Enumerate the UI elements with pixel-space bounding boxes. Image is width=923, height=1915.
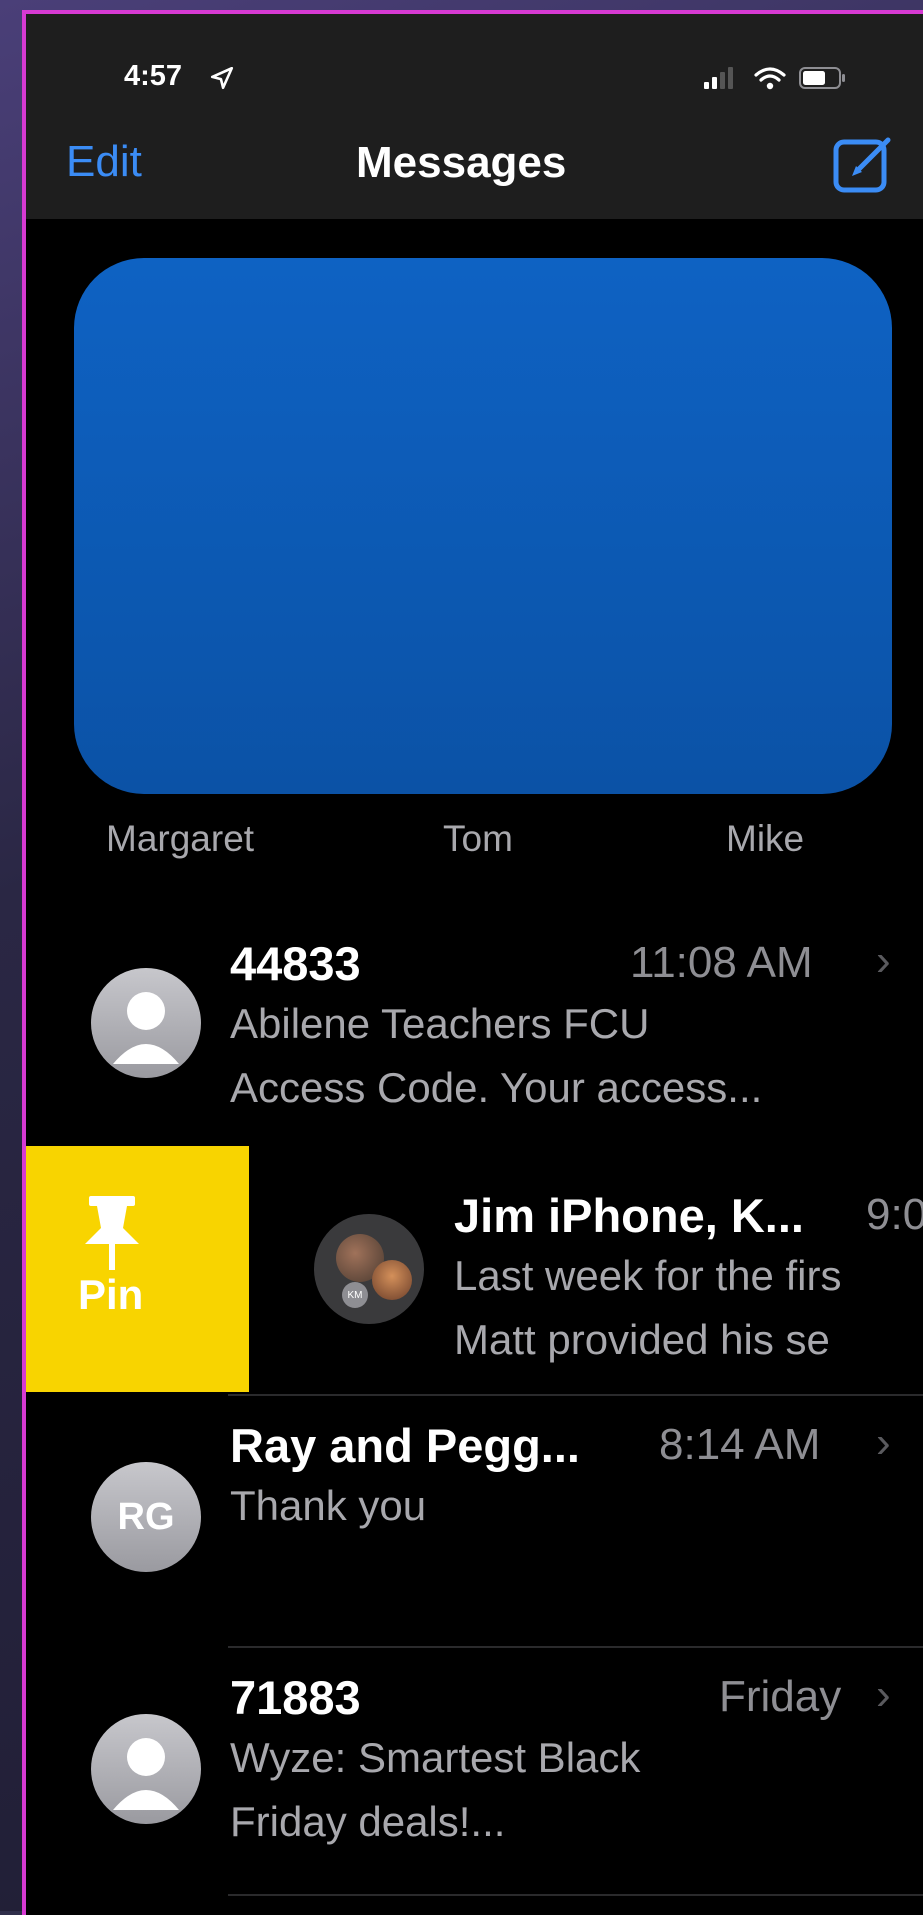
conversation-time: 9:0	[866, 1190, 923, 1239]
chevron-right-icon: ›	[876, 1418, 891, 1467]
conversation-row-ray-and-peggy[interactable]: RG Ray and Pegg... 8:14 AM › Thank you	[26, 1396, 923, 1646]
message-preview-line1: Thank you	[230, 1482, 427, 1529]
status-indicators	[704, 67, 845, 90]
contact-avatar	[91, 1714, 201, 1824]
edit-button[interactable]: Edit	[66, 137, 142, 187]
group-avatar: KM	[314, 1214, 424, 1324]
wifi-icon	[754, 67, 786, 90]
conversation-row-44833[interactable]: 44833 11:08 AM › Abilene Teachers FCU Ac…	[26, 914, 923, 1144]
location-arrow-icon	[210, 66, 234, 90]
person-silhouette-icon	[113, 1738, 179, 1810]
conversation-time: Friday	[719, 1672, 842, 1721]
message-preview-line1: Wyze: Smartest Black	[230, 1734, 641, 1781]
cellular-signal-icon	[704, 67, 733, 89]
group-member-initials: KM	[342, 1282, 368, 1308]
conversation-row-71883[interactable]: 71883 Friday › Wyze: Smartest Black Frid…	[26, 1648, 923, 1898]
contact-avatar: RG	[91, 1462, 201, 1572]
phone-screen: 4:57 Edit Messages Margaret Tom Mike 448…	[22, 10, 923, 1915]
chevron-right-icon: ›	[876, 936, 891, 985]
battery-icon	[799, 67, 845, 89]
conversation-time: 8:14 AM	[659, 1420, 821, 1469]
chevron-right-icon: ›	[876, 1670, 891, 1719]
pinned-conversations-redaction	[74, 258, 892, 794]
navigation-header: 4:57 Edit Messages	[26, 14, 923, 219]
pinned-name-mike[interactable]: Mike	[726, 818, 804, 860]
message-preview-line1: Abilene Teachers FCU	[230, 1000, 650, 1047]
conversation-title: Ray and Pegg...	[230, 1419, 580, 1472]
conversation-title: 71883	[230, 1671, 361, 1724]
conversation-row-jim-iphone[interactable]: KM Jim iPhone, K... 9:0 Last week for th…	[26, 1146, 923, 1392]
contact-avatar	[91, 968, 201, 1078]
message-preview-line2: Matt provided his se	[454, 1316, 830, 1363]
person-silhouette-icon	[113, 992, 179, 1064]
conversation-time: 11:08 AM	[630, 938, 813, 987]
message-preview-line2: Access Code. Your access...	[230, 1064, 763, 1111]
conversation-title: 44833	[230, 937, 361, 990]
row-separator	[228, 1894, 923, 1896]
group-member-photo	[372, 1260, 412, 1300]
message-preview-line2: Friday deals!...	[230, 1798, 506, 1845]
pinned-name-margaret[interactable]: Margaret	[106, 818, 254, 860]
pinned-name-tom[interactable]: Tom	[443, 818, 513, 860]
conversation-title: Jim iPhone, K...	[454, 1189, 804, 1242]
compose-icon[interactable]	[832, 132, 896, 196]
message-preview-line1: Last week for the firs	[454, 1252, 842, 1299]
page-title: Messages	[356, 138, 567, 187]
avatar-initials: RG	[117, 1495, 175, 1538]
status-time: 4:57	[124, 60, 183, 92]
